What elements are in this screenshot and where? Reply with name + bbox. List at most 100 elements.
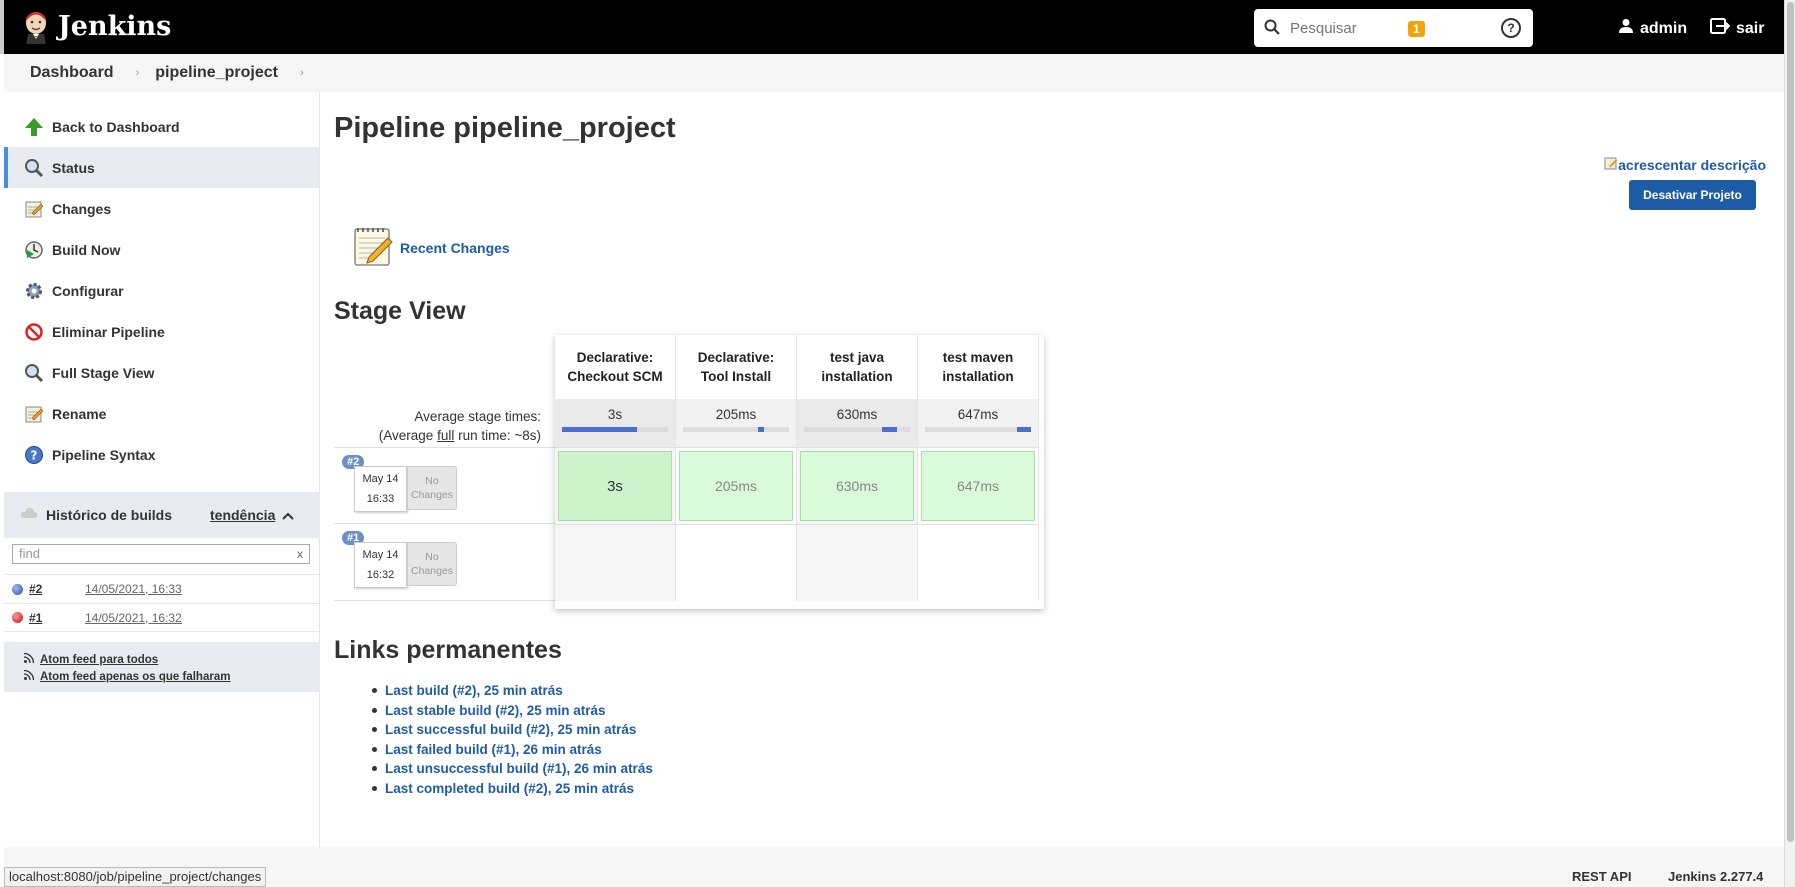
stage-average: 647ms (918, 399, 1039, 447)
sidebar-item-label: Eliminar Pipeline (52, 323, 165, 340)
sidebar-item-eliminar-pipeline[interactable]: Eliminar Pipeline (4, 311, 319, 352)
permalink-link[interactable]: Last stable build (#2), 25 min atrás (385, 703, 606, 718)
permalink-item: Last build (#2), 25 min atrás (372, 681, 653, 701)
jenkins-logo[interactable]: Jenkins (22, 10, 171, 44)
sidebar-item-label: Back to Dashboard (52, 118, 180, 135)
notepad-icon (22, 402, 46, 426)
no-entry-icon (22, 320, 46, 344)
sidebar-item-label: Build Now (52, 241, 121, 258)
breadcrumb-dashboard[interactable]: Dashboard (30, 64, 114, 82)
magnifier-icon (22, 361, 46, 385)
build-date-link[interactable]: 14/05/2021, 16:33 (85, 582, 182, 596)
sidebar-item-status[interactable]: Status (4, 147, 319, 188)
up-arrow-icon (22, 115, 46, 139)
sidebar-item-pipeline-syntax[interactable]: ? Pipeline Syntax (4, 434, 319, 475)
search-help-icon[interactable]: ? (1501, 18, 1521, 38)
stage-duration: 630ms (800, 451, 914, 521)
permalink-link[interactable]: Last build (#2), 25 min atrás (385, 683, 563, 698)
no-changes-badge: No Changes (407, 466, 457, 510)
run-date: May 14 16:33 (354, 466, 407, 512)
rest-api-link[interactable]: REST API (1572, 869, 1631, 884)
atom-feed-failures-link[interactable]: Atom feed apenas os que falharam (23, 668, 320, 685)
disable-project-button[interactable]: Desativar Projeto (1629, 180, 1756, 210)
notepad-icon (22, 197, 46, 221)
run-date: May 14 16:32 (354, 542, 407, 588)
jenkins-version-link[interactable]: Jenkins 2.277.4 (1668, 869, 1763, 884)
chevron-up-icon[interactable] (282, 507, 294, 523)
build-status-blue-icon (12, 583, 23, 595)
feed-label: Atom feed apenas os que falharam (40, 670, 231, 683)
main-content: Pipeline pipeline_project acrescentar de… (320, 92, 1784, 847)
sidebar: Back to Dashboard Status Changes Build N… (4, 92, 320, 847)
stage-header: test maven installation (918, 335, 1039, 399)
permalink-link[interactable]: Last unsuccessful build (#1), 26 min atr… (385, 761, 653, 776)
cloud-icon (20, 506, 38, 523)
stage-duration: 3s (558, 451, 672, 521)
permalink-link[interactable]: Last successful build (#2), 25 min atrás (385, 722, 636, 737)
atom-feed-all-link[interactable]: Atom feed para todos (23, 651, 320, 668)
sidebar-item-changes[interactable]: Changes (4, 188, 319, 229)
bell-icon (1387, 18, 1403, 40)
stage-header: test java installation (797, 335, 918, 399)
breadcrumb-pipeline-project[interactable]: pipeline_project (155, 64, 278, 82)
sidebar-item-label: Full Stage View (52, 364, 155, 381)
notepad-icon[interactable] (352, 224, 394, 271)
vertical-scrollbar[interactable] (1784, 0, 1795, 887)
user-icon (1618, 18, 1634, 39)
stage-header: Declarative: Checkout SCM (555, 335, 676, 399)
build-filter-input[interactable]: find x (12, 544, 310, 564)
sidebar-item-label: Pipeline Syntax (52, 446, 156, 463)
sidebar-item-configurar[interactable]: Configurar (4, 270, 319, 311)
chevron-right-icon[interactable]: › (136, 67, 140, 79)
chevron-right-icon[interactable]: › (300, 67, 304, 79)
stage-cell-empty (555, 524, 676, 601)
user-menu[interactable]: admin (1618, 18, 1687, 39)
permalink-link[interactable]: Last completed build (#2), 25 min atrás (385, 781, 634, 796)
username: admin (1640, 19, 1688, 37)
stage-cell[interactable]: 3s (555, 447, 676, 524)
top-header: Jenkins ? 1 admin sair (0, 0, 1784, 54)
notifications-button[interactable]: 1 (1387, 18, 1425, 40)
search-icon (1264, 19, 1280, 38)
stage-column: Declarative: Tool Install 205ms 205ms (676, 335, 797, 601)
stage-cell[interactable]: 647ms (918, 447, 1039, 524)
average-times-label: Average stage times: (Average full run t… (334, 399, 555, 447)
build-date-link[interactable]: 14/05/2021, 16:32 (85, 611, 182, 625)
sidebar-item-build-now[interactable]: Build Now (4, 229, 319, 270)
build-history-header: Histórico de builds tendência (4, 492, 320, 538)
stage-progress-bar (683, 427, 789, 432)
trend-link[interactable]: tendência (210, 507, 275, 523)
stage-column: Declarative: Checkout SCM 3s 3s (555, 335, 676, 601)
build-number-link[interactable]: #2 (29, 582, 85, 596)
scrollbar-thumb[interactable] (1787, 2, 1794, 842)
stage-average: 205ms (676, 399, 797, 447)
edit-note-icon (1604, 156, 1618, 173)
logout-icon (1710, 18, 1731, 39)
sidebar-item-full-stage-view[interactable]: Full Stage View (4, 352, 319, 393)
sidebar-item-label: Rename (52, 405, 107, 422)
stage-cell[interactable]: 205ms (676, 447, 797, 524)
permalink-link[interactable]: Last failed build (#1), 26 min atrás (385, 742, 602, 757)
stage-cell[interactable]: 630ms (797, 447, 918, 524)
build-filter-placeholder: find (19, 546, 40, 561)
stage-cell-empty (918, 524, 1039, 601)
stage-view-title: Stage View (334, 297, 466, 325)
run-row-1: #1 May 14 16:32 No Changes (334, 524, 555, 601)
magnifier-icon (22, 156, 46, 180)
stage-header: Declarative: Tool Install (676, 335, 797, 399)
add-description-link[interactable]: acrescentar descrição (1604, 156, 1766, 173)
sidebar-item-back-to-dashboard[interactable]: Back to Dashboard (4, 106, 319, 147)
logout-button[interactable]: sair (1710, 18, 1764, 39)
stage-duration: 647ms (921, 451, 1035, 521)
clear-filter-button[interactable]: x (297, 545, 303, 563)
avg-full-run-label: (Average full run time: ~8s) (378, 428, 541, 443)
sidebar-item-rename[interactable]: Rename (4, 393, 319, 434)
stage-cell-empty (676, 524, 797, 601)
permalink-item: Last successful build (#2), 25 min atrás (372, 720, 653, 740)
build-number-link[interactable]: #1 (29, 611, 85, 625)
sidebar-item-label: Status (52, 159, 95, 176)
recent-changes-link[interactable]: Recent Changes (400, 240, 510, 256)
stage-column: test maven installation 647ms 647ms (918, 335, 1039, 601)
stage-average: 630ms (797, 399, 918, 447)
permalink-item: Last completed build (#2), 25 min atrás (372, 779, 653, 799)
